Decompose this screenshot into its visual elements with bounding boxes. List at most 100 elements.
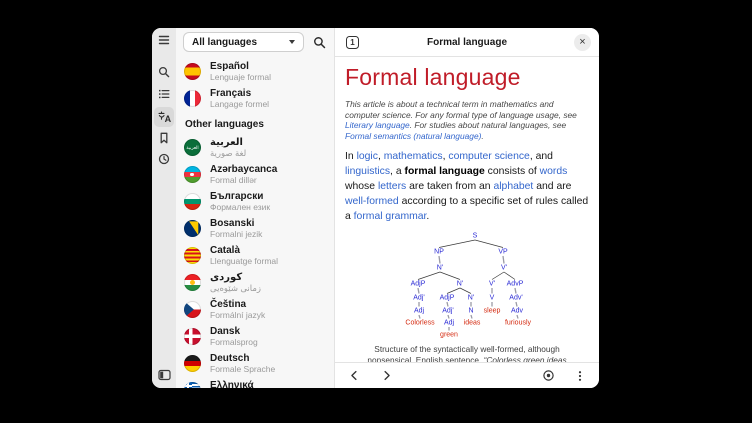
wiki-link[interactable]: alphabet: [493, 181, 533, 192]
article-menu-button[interactable]: [570, 366, 590, 386]
icon-rail: A: [152, 28, 176, 388]
language-item-da[interactable]: DanskFormalsprog: [176, 323, 334, 350]
tree-node: V: [490, 295, 495, 302]
language-item-bs[interactable]: BosanskiFormalni jezik: [176, 215, 334, 242]
wiki-reader-window: A: [152, 28, 599, 388]
flag-icon-cs: [184, 301, 201, 318]
language-filter-label: All languages: [192, 37, 257, 48]
language-name: Français: [210, 88, 269, 100]
wiki-link[interactable]: computer science: [448, 151, 529, 162]
sidebar-toggle-icon: [158, 369, 171, 381]
language-name: Català: [210, 245, 278, 257]
tree-node: Adj: [444, 320, 454, 327]
wiki-link[interactable]: well-formed: [345, 196, 399, 207]
translated-article-title: Формален език: [210, 202, 270, 212]
rail-history-button[interactable]: [154, 149, 174, 169]
translated-article-title: Formale Sprache: [210, 364, 275, 374]
wiki-link[interactable]: letters: [378, 181, 406, 192]
rail-bookmarks-button[interactable]: [154, 128, 174, 148]
rail-toc-button[interactable]: [154, 84, 174, 104]
tree-word: Colorless: [405, 320, 434, 327]
tree-node: VP: [498, 249, 507, 256]
wiki-link[interactable]: logic: [357, 151, 378, 162]
translated-article-title: Llenguatge formal: [210, 256, 278, 266]
article-panel: Formal language 1 × Formal language This…: [335, 28, 599, 388]
hatnote: This article is about a technical term i…: [345, 99, 589, 141]
flag-icon-az: [184, 166, 201, 183]
kebab-menu-icon: [574, 370, 586, 382]
flag-icon-ku: [184, 274, 201, 291]
clock-icon: [158, 153, 170, 165]
figure-caption: Structure of the syntactically well-form…: [358, 344, 576, 362]
language-item-az[interactable]: AzərbaycancaFormal dillər: [176, 161, 334, 188]
language-name: Ελληνικά: [210, 380, 269, 388]
article-footer: [335, 362, 599, 388]
translated-article-title: Formalsprog: [210, 337, 258, 347]
article-header-title: Formal language: [335, 37, 599, 48]
back-button[interactable]: [344, 366, 364, 386]
language-panel-header: All languages: [176, 28, 334, 56]
tree-word: sleep: [484, 308, 501, 315]
language-item-de[interactable]: DeutschFormale Sprache: [176, 350, 334, 377]
language-item-ca[interactable]: CatalàLlenguatge formal: [176, 242, 334, 269]
language-item-es[interactable]: EspañolLenguaje formal: [176, 58, 334, 85]
close-button[interactable]: ×: [574, 34, 591, 51]
translated-article-title: Formal dillər: [210, 175, 277, 185]
wiki-link[interactable]: Formal semantics (natural language): [345, 131, 481, 141]
wiki-link[interactable]: Literary language: [345, 120, 410, 130]
tabs-indicator-icon[interactable]: 1: [346, 36, 359, 49]
list-icon: [158, 88, 170, 100]
language-search-button[interactable]: [309, 32, 329, 52]
rail-languages-button[interactable]: A: [154, 107, 174, 127]
wiki-link[interactable]: formal grammar: [354, 211, 427, 222]
wiki-link[interactable]: mathematics: [384, 151, 443, 162]
syntax-tree[interactable]: SNPVPN'V'AdjPN'V'AdvPAdj'AdjPN'VAdv'AdjA…: [392, 226, 542, 340]
language-item-bg[interactable]: БългарскиФормален език: [176, 188, 334, 215]
tree-node: Adv: [511, 308, 523, 315]
tree-node: Adv': [509, 295, 522, 302]
language-item-cs[interactable]: ČeštinaFormální jazyk: [176, 296, 334, 323]
tree-node: N': [437, 265, 443, 272]
chevron-down-icon: [289, 40, 295, 44]
toggle-sidebar-button[interactable]: [154, 365, 174, 385]
tree-node: AdjP: [411, 281, 426, 288]
flag-icon-es: [184, 63, 201, 80]
language-name: کوردی: [210, 272, 261, 284]
main-menu-button[interactable]: [154, 30, 174, 50]
language-item-fr[interactable]: FrançaisLangage formel: [176, 85, 334, 112]
flag-icon-ca: [184, 247, 201, 264]
languages-icon: A: [158, 111, 171, 123]
translated-article-title: Formální jazyk: [210, 310, 265, 320]
language-item-ar[interactable]: العربيةلغة صورية: [176, 134, 334, 161]
language-name: Español: [210, 61, 271, 73]
flag-icon-el: [184, 382, 201, 388]
eye-icon: [542, 369, 555, 382]
language-filter-dropdown[interactable]: All languages: [183, 32, 304, 52]
language-item-el[interactable]: ΕλληνικάΤυπική γλώσσα: [176, 377, 334, 388]
tree-node: N: [468, 308, 473, 315]
tree-word: ideas: [464, 320, 481, 327]
reader-view-button[interactable]: [538, 366, 558, 386]
article-body: Formal language This article is about a …: [335, 57, 599, 362]
search-icon: [313, 36, 326, 49]
language-name: Dansk: [210, 326, 258, 338]
page-title: Formal language: [345, 64, 589, 91]
hamburger-icon: [158, 34, 170, 46]
translated-article-title: زمانی شێوەیی: [210, 283, 261, 293]
bookmark-icon: [158, 132, 170, 144]
language-name: العربية: [210, 137, 246, 149]
tree-node: V': [489, 281, 495, 288]
lead-paragraph: In logic, mathematics, computer science,…: [345, 149, 589, 224]
tree-node: AdvP: [507, 281, 524, 288]
tree-node: N': [457, 281, 463, 288]
language-item-ku[interactable]: کوردیزمانی شێوەیی: [176, 269, 334, 296]
flag-icon-de: [184, 355, 201, 372]
language-name: Azərbaycanca: [210, 164, 277, 176]
tree-word: furiously: [505, 320, 531, 327]
tree-node: S: [473, 233, 478, 240]
forward-button[interactable]: [376, 366, 396, 386]
wiki-link[interactable]: linguistics: [345, 166, 390, 177]
desktop-background: A: [0, 0, 752, 423]
rail-search-button[interactable]: [154, 62, 174, 82]
wiki-link[interactable]: words: [540, 166, 568, 177]
